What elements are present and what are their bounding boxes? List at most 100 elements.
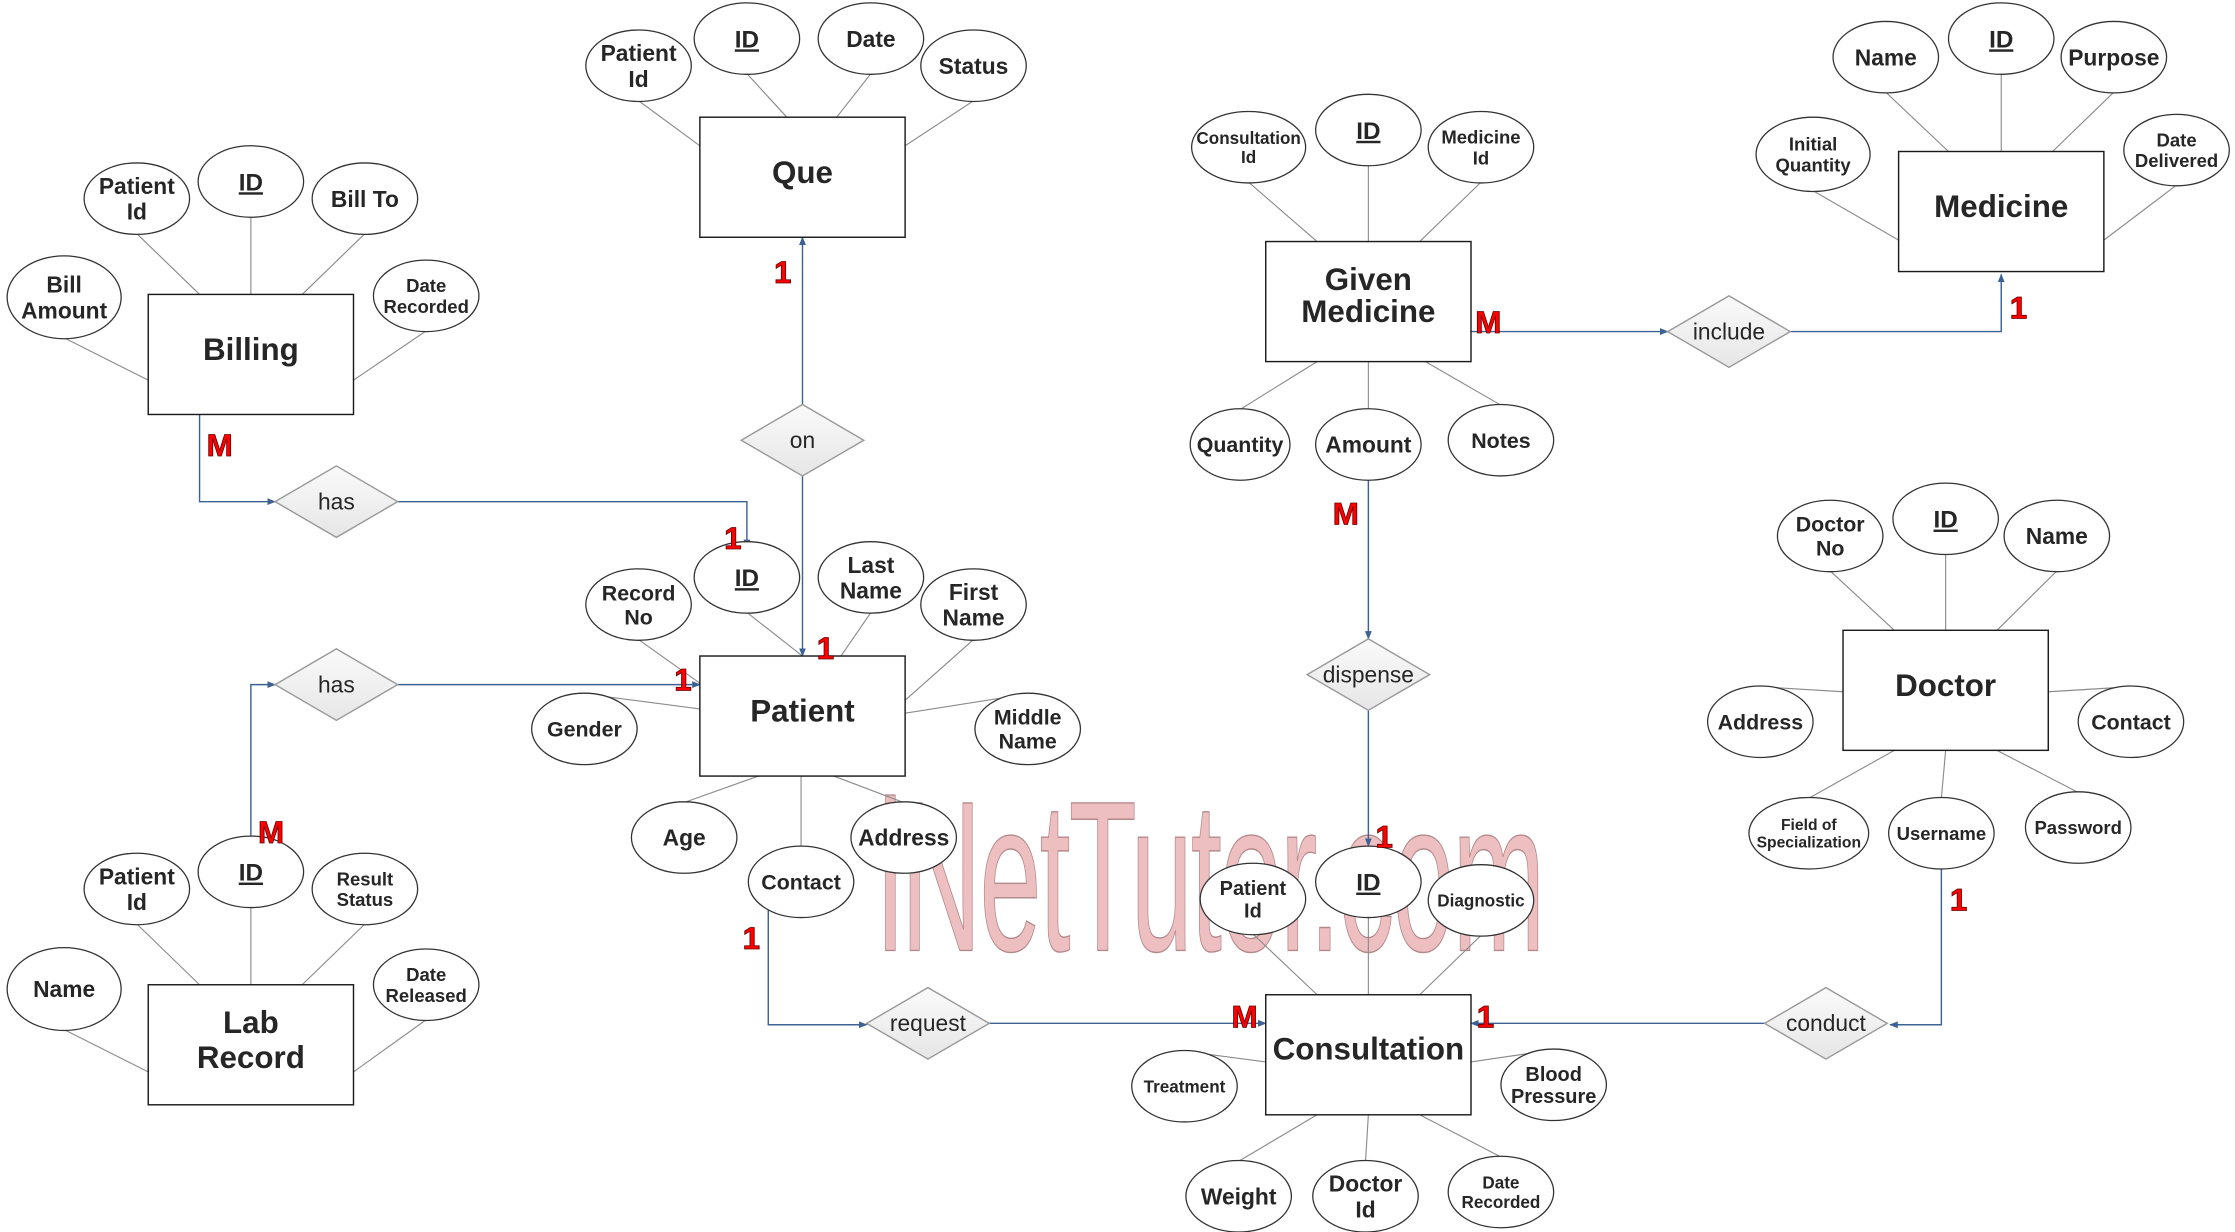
- attribute-patient-age[interactable]: Age: [630, 801, 738, 874]
- attribute-label: Date: [846, 26, 895, 52]
- attribute-doctor-id[interactable]: ID: [1892, 482, 2000, 556]
- attribute-consultation-patient-id[interactable]: Patient Id: [1199, 862, 1307, 936]
- attribute-link: [683, 775, 759, 804]
- attribute-doctor-address[interactable]: Address: [1706, 685, 1814, 759]
- attribute-label: Result Status: [337, 868, 394, 910]
- relationship-billing-has[interactable]: has: [273, 465, 400, 539]
- attribute-label: Username: [1897, 823, 1987, 844]
- attribute-label: Gender: [547, 718, 622, 742]
- attribute-consultation-id[interactable]: ID: [1314, 845, 1422, 919]
- attribute-label: ID: [1989, 26, 2013, 53]
- relationship-include[interactable]: include: [1666, 295, 1792, 369]
- attribute-lab-record-id[interactable]: ID: [197, 835, 305, 909]
- attribute-patient-gender[interactable]: Gender: [531, 692, 638, 766]
- relationship-connector: [250, 681, 276, 837]
- attribute-link: [1419, 1114, 1502, 1158]
- attribute-link: [353, 330, 427, 381]
- attribute-lab-record-date-released[interactable]: Date Released: [372, 948, 480, 1022]
- attribute-patient-contact[interactable]: Contact: [747, 845, 855, 919]
- entity-que[interactable]: Que: [699, 116, 906, 238]
- attribute-medicine-id[interactable]: ID: [1947, 2, 2055, 75]
- entity-given-medicine[interactable]: Given Medicine: [1265, 240, 1472, 363]
- relationship-label: request: [890, 1010, 967, 1036]
- cardinality-to: 1: [1477, 1000, 1494, 1035]
- attribute-consultation-diagnostic[interactable]: Diagnostic: [1427, 864, 1535, 937]
- entity-name: Doctor: [1895, 668, 1996, 703]
- attribute-link: [1419, 181, 1482, 242]
- attribute-link: [2103, 184, 2177, 241]
- attribute-given-medicine-id[interactable]: ID: [1314, 93, 1422, 167]
- relationship-conduct[interactable]: conduct: [1763, 986, 1889, 1060]
- attribute-patient-last-name[interactable]: Last Name: [817, 541, 925, 614]
- entity-lab-record[interactable]: Lab Record: [147, 984, 355, 1106]
- attribute-billing-bill-amount[interactable]: Bill Amount: [6, 255, 122, 340]
- attribute-label: Name: [2026, 523, 2088, 549]
- attribute-label: First Name: [942, 579, 1004, 631]
- cardinality-from: 1: [743, 921, 760, 956]
- attribute-lab-record-result-status[interactable]: Result Status: [311, 852, 419, 926]
- cardinality-from: M: [207, 428, 233, 463]
- relationship-label: on: [790, 427, 815, 453]
- attribute-doctor-name[interactable]: Name: [2003, 499, 2111, 573]
- attribute-patient-record-no[interactable]: Record No: [585, 568, 692, 641]
- attribute-label: ID: [1934, 507, 1958, 534]
- attribute-patient-first-name[interactable]: First Name: [920, 568, 1027, 641]
- cardinality-to: 1: [1375, 819, 1392, 854]
- attribute-link: [136, 233, 200, 295]
- attribute-link: [1812, 190, 1899, 241]
- attribute-doctor-doctor-no[interactable]: Doctor No: [1776, 499, 1884, 573]
- cardinality-from: 1: [1950, 882, 1967, 917]
- relationship-on[interactable]: on: [739, 403, 866, 477]
- attribute-label: ID: [1356, 118, 1380, 145]
- attribute-given-medicine-quantity[interactable]: Quantity: [1189, 408, 1291, 481]
- attribute-link: [136, 923, 200, 986]
- relationship-dispense[interactable]: dispense: [1305, 638, 1432, 712]
- attribute-given-medicine-consultation-id[interactable]: Consultation Id: [1190, 110, 1307, 184]
- attribute-medicine-initial-quantity[interactable]: Initial Quantity: [1755, 116, 1871, 193]
- entity-medicine[interactable]: Medicine: [1897, 150, 2105, 273]
- attribute-que-status[interactable]: Status: [920, 29, 1027, 103]
- attribute-consultation-date-recorded[interactable]: Date Recorded: [1447, 1155, 1555, 1229]
- attribute-billing-date-recorded[interactable]: Date Recorded: [372, 259, 480, 333]
- attribute-lab-record-patient-id[interactable]: Patient Id: [83, 852, 191, 926]
- attribute-medicine-date-delivered[interactable]: Date Delivered: [2123, 113, 2230, 187]
- attribute-lab-record-name[interactable]: Name: [6, 946, 122, 1032]
- attribute-label: Notes: [1471, 429, 1530, 453]
- attribute-medicine-purpose[interactable]: Purpose: [2060, 20, 2168, 94]
- attribute-consultation-doctor-id[interactable]: Doctor Id: [1312, 1159, 1419, 1232]
- attribute-link: [1808, 749, 1895, 799]
- attribute-doctor-contact[interactable]: Contact: [2077, 685, 2185, 759]
- attribute-given-medicine-medicine-id[interactable]: Medicine Id: [1427, 110, 1535, 184]
- attribute-billing-patient-id[interactable]: Patient Id: [83, 162, 191, 236]
- attribute-doctor-username[interactable]: Username: [1887, 796, 1995, 870]
- attribute-billing-bill-to[interactable]: Bill To: [311, 162, 419, 236]
- attribute-link: [301, 923, 366, 986]
- attribute-que-date[interactable]: Date: [817, 2, 925, 75]
- relationship-label: include: [1693, 318, 1765, 344]
- attribute-patient-address[interactable]: Address: [850, 801, 958, 874]
- attribute-que-id[interactable]: ID: [693, 2, 801, 75]
- attribute-billing-id[interactable]: ID: [197, 145, 305, 218]
- attribute-given-medicine-notes[interactable]: Notes: [1447, 403, 1555, 477]
- attribute-doctor-field-of-specialization[interactable]: Field of Specialization: [1748, 796, 1870, 870]
- attribute-consultation-treatment[interactable]: Treatment: [1131, 1049, 1238, 1123]
- attribute-doctor-password[interactable]: Password: [2024, 791, 2132, 864]
- attribute-patient-id[interactable]: ID: [693, 541, 801, 614]
- entity-doctor[interactable]: Doctor: [1842, 629, 2049, 752]
- attribute-label: Address: [858, 825, 949, 851]
- cardinality-to: 1: [774, 255, 791, 290]
- attribute-consultation-blood-pressure[interactable]: Blood Pressure: [1500, 1048, 1608, 1122]
- attribute-given-medicine-amount[interactable]: Amount: [1314, 408, 1422, 481]
- attribute-link: [1829, 570, 1895, 631]
- relationship-lab-has[interactable]: has: [273, 648, 400, 722]
- attribute-patient-middle-name[interactable]: Middle Name: [974, 692, 1082, 766]
- entity-patient[interactable]: Patient: [699, 655, 906, 777]
- attribute-link: [904, 639, 974, 701]
- attribute-que-patient-id[interactable]: Patient Id: [585, 29, 692, 103]
- entity-billing[interactable]: Billing: [147, 293, 355, 416]
- relationship-connector: [397, 500, 751, 549]
- relationship-request[interactable]: request: [865, 986, 991, 1060]
- attribute-medicine-name[interactable]: Name: [1832, 20, 1940, 94]
- entity-consultation[interactable]: Consultation: [1265, 994, 1472, 1116]
- attribute-consultation-weight[interactable]: Weight: [1185, 1159, 1293, 1232]
